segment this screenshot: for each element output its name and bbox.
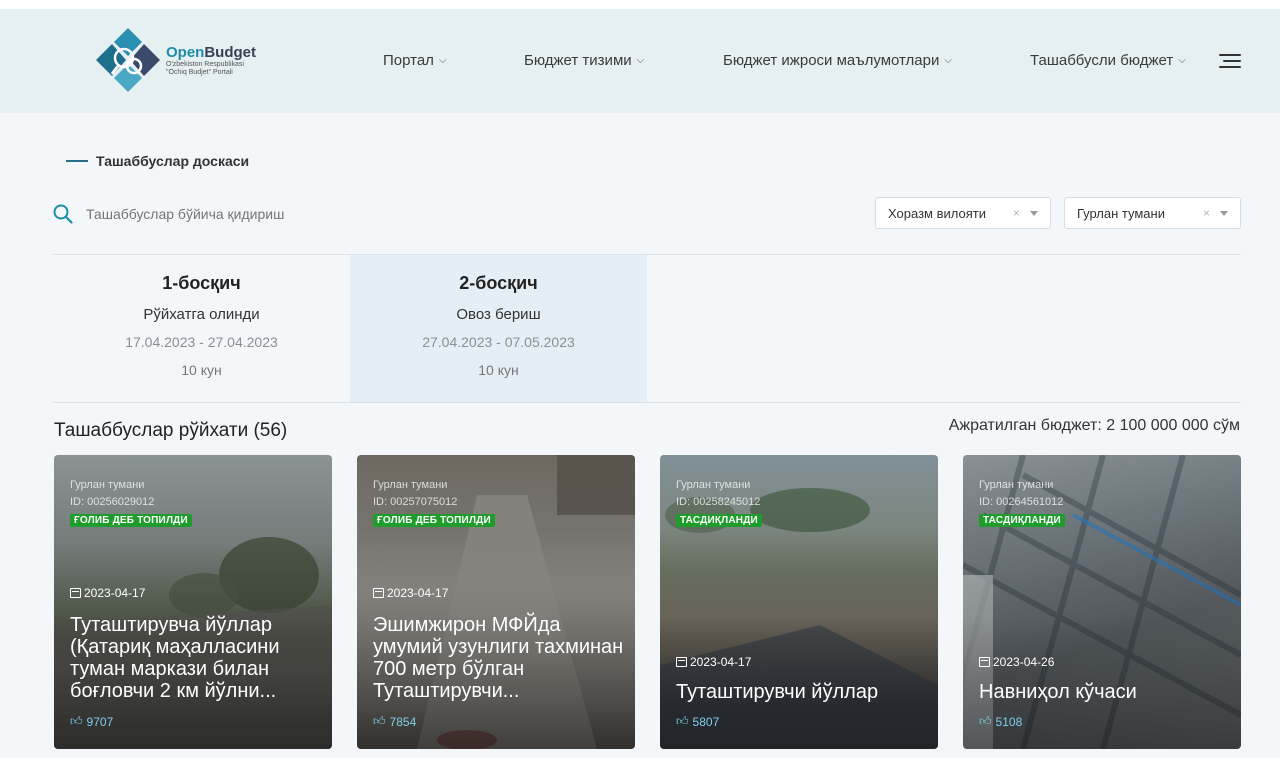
- nav-budget-execution-label: Бюджет ижроси маълумотлари: [723, 52, 940, 69]
- initiative-card[interactable]: Гурлан тумани ID: 00257075012 ҒОЛИБ ДЕБ …: [357, 455, 635, 749]
- caret-down-icon: [1220, 211, 1228, 216]
- card-votes: 👍︎ 7854: [373, 714, 416, 729]
- card-title[interactable]: Эшимжирон МФЙда умумий узунлиги тахминан…: [373, 614, 625, 702]
- card-region: Гурлан тумани: [373, 479, 448, 491]
- card-votes: 👍︎ 5807: [676, 714, 719, 729]
- nav-budget-system-label: Бюджет тизими: [524, 52, 632, 69]
- logo-title-budget: Budget: [204, 44, 257, 61]
- card-region: Гурлан тумани: [70, 479, 145, 491]
- caret-down-icon: [1030, 211, 1038, 216]
- card-id: ID: 00257075012: [373, 496, 458, 508]
- breadcrumb-label: Ташаббуслар доскаси: [96, 153, 250, 169]
- breadcrumb: Ташаббуслар доскаси: [66, 153, 249, 169]
- hamburger-menu-icon[interactable]: [1219, 54, 1241, 70]
- calendar-icon: [70, 588, 81, 598]
- card-region: Гурлан тумани: [676, 479, 751, 491]
- top-strip: [0, 0, 1280, 9]
- card-date-value: 2023-04-17: [84, 586, 146, 600]
- chevron-down-icon: ⌵: [1178, 55, 1186, 66]
- card-votes-count: 5108: [995, 714, 1023, 729]
- card-id: ID: 00256029012: [70, 496, 155, 508]
- nav-portal-label: Портал: [383, 52, 434, 69]
- district-select-value: Гурлан тумани: [1077, 205, 1165, 221]
- site-header: OpenBudget O'zbekiston Respublikasi "Och…: [0, 9, 1280, 113]
- calendar-icon: [676, 657, 687, 667]
- logo-subtitle-1: O'zbekiston Respublikasi: [166, 61, 244, 68]
- stage-title: 1-босқич: [162, 273, 241, 293]
- stage-days: 10 кун: [478, 362, 519, 378]
- nav-budget-execution[interactable]: Бюджет ижроси маълумотлари ⌵: [723, 52, 952, 69]
- chevron-down-icon: ⌵: [636, 55, 645, 66]
- card-id: ID: 00258245012: [676, 496, 761, 508]
- calendar-icon: [373, 588, 384, 598]
- status-badge: ТАСДИҚЛАНДИ: [979, 514, 1065, 527]
- card-id: ID: 00264561012: [979, 496, 1064, 508]
- stage-dates: 17.04.2023 - 27.04.2023: [125, 334, 278, 350]
- card-date: 2023-04-17: [373, 586, 448, 600]
- nav-budget-system[interactable]: Бюджет тизими ⌵: [524, 52, 644, 69]
- stage-2[interactable]: 2-босқич Овоз бериш 27.04.2023 - 07.05.2…: [350, 255, 647, 402]
- chevron-down-icon: ⌵: [438, 55, 447, 66]
- card-title[interactable]: Туташтирувчи йўллар: [676, 681, 928, 703]
- calendar-icon: [979, 657, 990, 667]
- status-badge: ҒОЛИБ ДЕБ ТОПИЛДИ: [373, 514, 495, 527]
- card-votes-count: 5807: [692, 714, 720, 729]
- thumbs-up-icon: 👍︎: [373, 714, 386, 728]
- status-badge: ҒОЛИБ ДЕБ ТОПИЛДИ: [70, 514, 192, 527]
- stages-divider-bottom: [53, 402, 1241, 403]
- thumbs-up-icon: 👍︎: [70, 714, 83, 728]
- region-select-value: Хоразм вилояти: [888, 205, 986, 221]
- district-select[interactable]: Гурлан тумани ×: [1064, 197, 1241, 229]
- card-date-value: 2023-04-17: [387, 586, 449, 600]
- card-date: 2023-04-17: [676, 655, 751, 669]
- logo-title-open: Open: [166, 44, 205, 61]
- card-votes-count: 9707: [86, 714, 114, 729]
- stage-1[interactable]: 1-босқич Рўйхатга олинди 17.04.2023 - 27…: [53, 255, 350, 402]
- clear-icon[interactable]: ×: [1203, 206, 1210, 220]
- logo-subtitle-2: "Ochiq Budjet" Portali: [166, 69, 233, 76]
- allocated-budget: Ажратилган бюджет: 2 100 000 000 сўм: [948, 417, 1240, 434]
- card-date: 2023-04-17: [70, 586, 145, 600]
- search-icon[interactable]: [53, 204, 73, 224]
- chevron-down-icon: ⌵: [944, 55, 952, 66]
- stage-dates: 27.04.2023 - 07.05.2023: [422, 334, 575, 350]
- card-title[interactable]: Навниҳол кўчаси: [979, 681, 1231, 703]
- status-badge: ТАСДИҚЛАНДИ: [676, 514, 762, 527]
- initiative-card[interactable]: Гурлан тумани ID: 00258245012 ТАСДИҚЛАНД…: [660, 455, 938, 749]
- stage-name: Овоз бериш: [456, 306, 541, 323]
- card-title[interactable]: Туташтирувча йўллар (Қатариқ маҳалласини…: [70, 614, 322, 702]
- search-bar: [53, 201, 553, 227]
- initiative-card[interactable]: Гурлан тумани ID: 00256029012 ҒОЛИБ ДЕБ …: [54, 455, 332, 749]
- breadcrumb-dash: [66, 160, 88, 162]
- card-votes-count: 7854: [389, 714, 417, 729]
- logo-mark-icon: [94, 28, 162, 94]
- thumbs-up-icon: 👍︎: [676, 714, 689, 728]
- stage-days: 10 кун: [181, 362, 222, 378]
- stage-title: 2-босқич: [459, 273, 538, 293]
- card-votes: 👍︎ 5108: [979, 714, 1022, 729]
- search-input[interactable]: [86, 206, 526, 222]
- clear-icon[interactable]: ×: [1013, 206, 1020, 220]
- region-select[interactable]: Хоразм вилояти ×: [875, 197, 1051, 229]
- thumbs-up-icon: 👍︎: [979, 714, 992, 728]
- initiative-card[interactable]: Гурлан тумани ID: 00264561012 ТАСДИҚЛАНД…: [963, 455, 1241, 749]
- card-date: 2023-04-26: [979, 655, 1054, 669]
- card-votes: 👍︎ 9707: [70, 714, 113, 729]
- nav-initiative-budget[interactable]: Ташаббусли бюджет ⌵: [1030, 52, 1186, 69]
- openbudget-logo[interactable]: OpenBudget O'zbekiston Respublikasi "Och…: [94, 28, 274, 94]
- nav-portal[interactable]: Портал ⌵: [383, 52, 447, 69]
- stage-name: Рўйхатга олинди: [143, 306, 260, 323]
- nav-initiative-budget-label: Ташаббусли бюджет: [1030, 52, 1174, 69]
- card-date-value: 2023-04-26: [993, 655, 1055, 669]
- card-region: Гурлан тумани: [979, 479, 1054, 491]
- card-date-value: 2023-04-17: [690, 655, 752, 669]
- initiatives-list-title: Ташаббуслар рўйхати (56): [54, 420, 288, 441]
